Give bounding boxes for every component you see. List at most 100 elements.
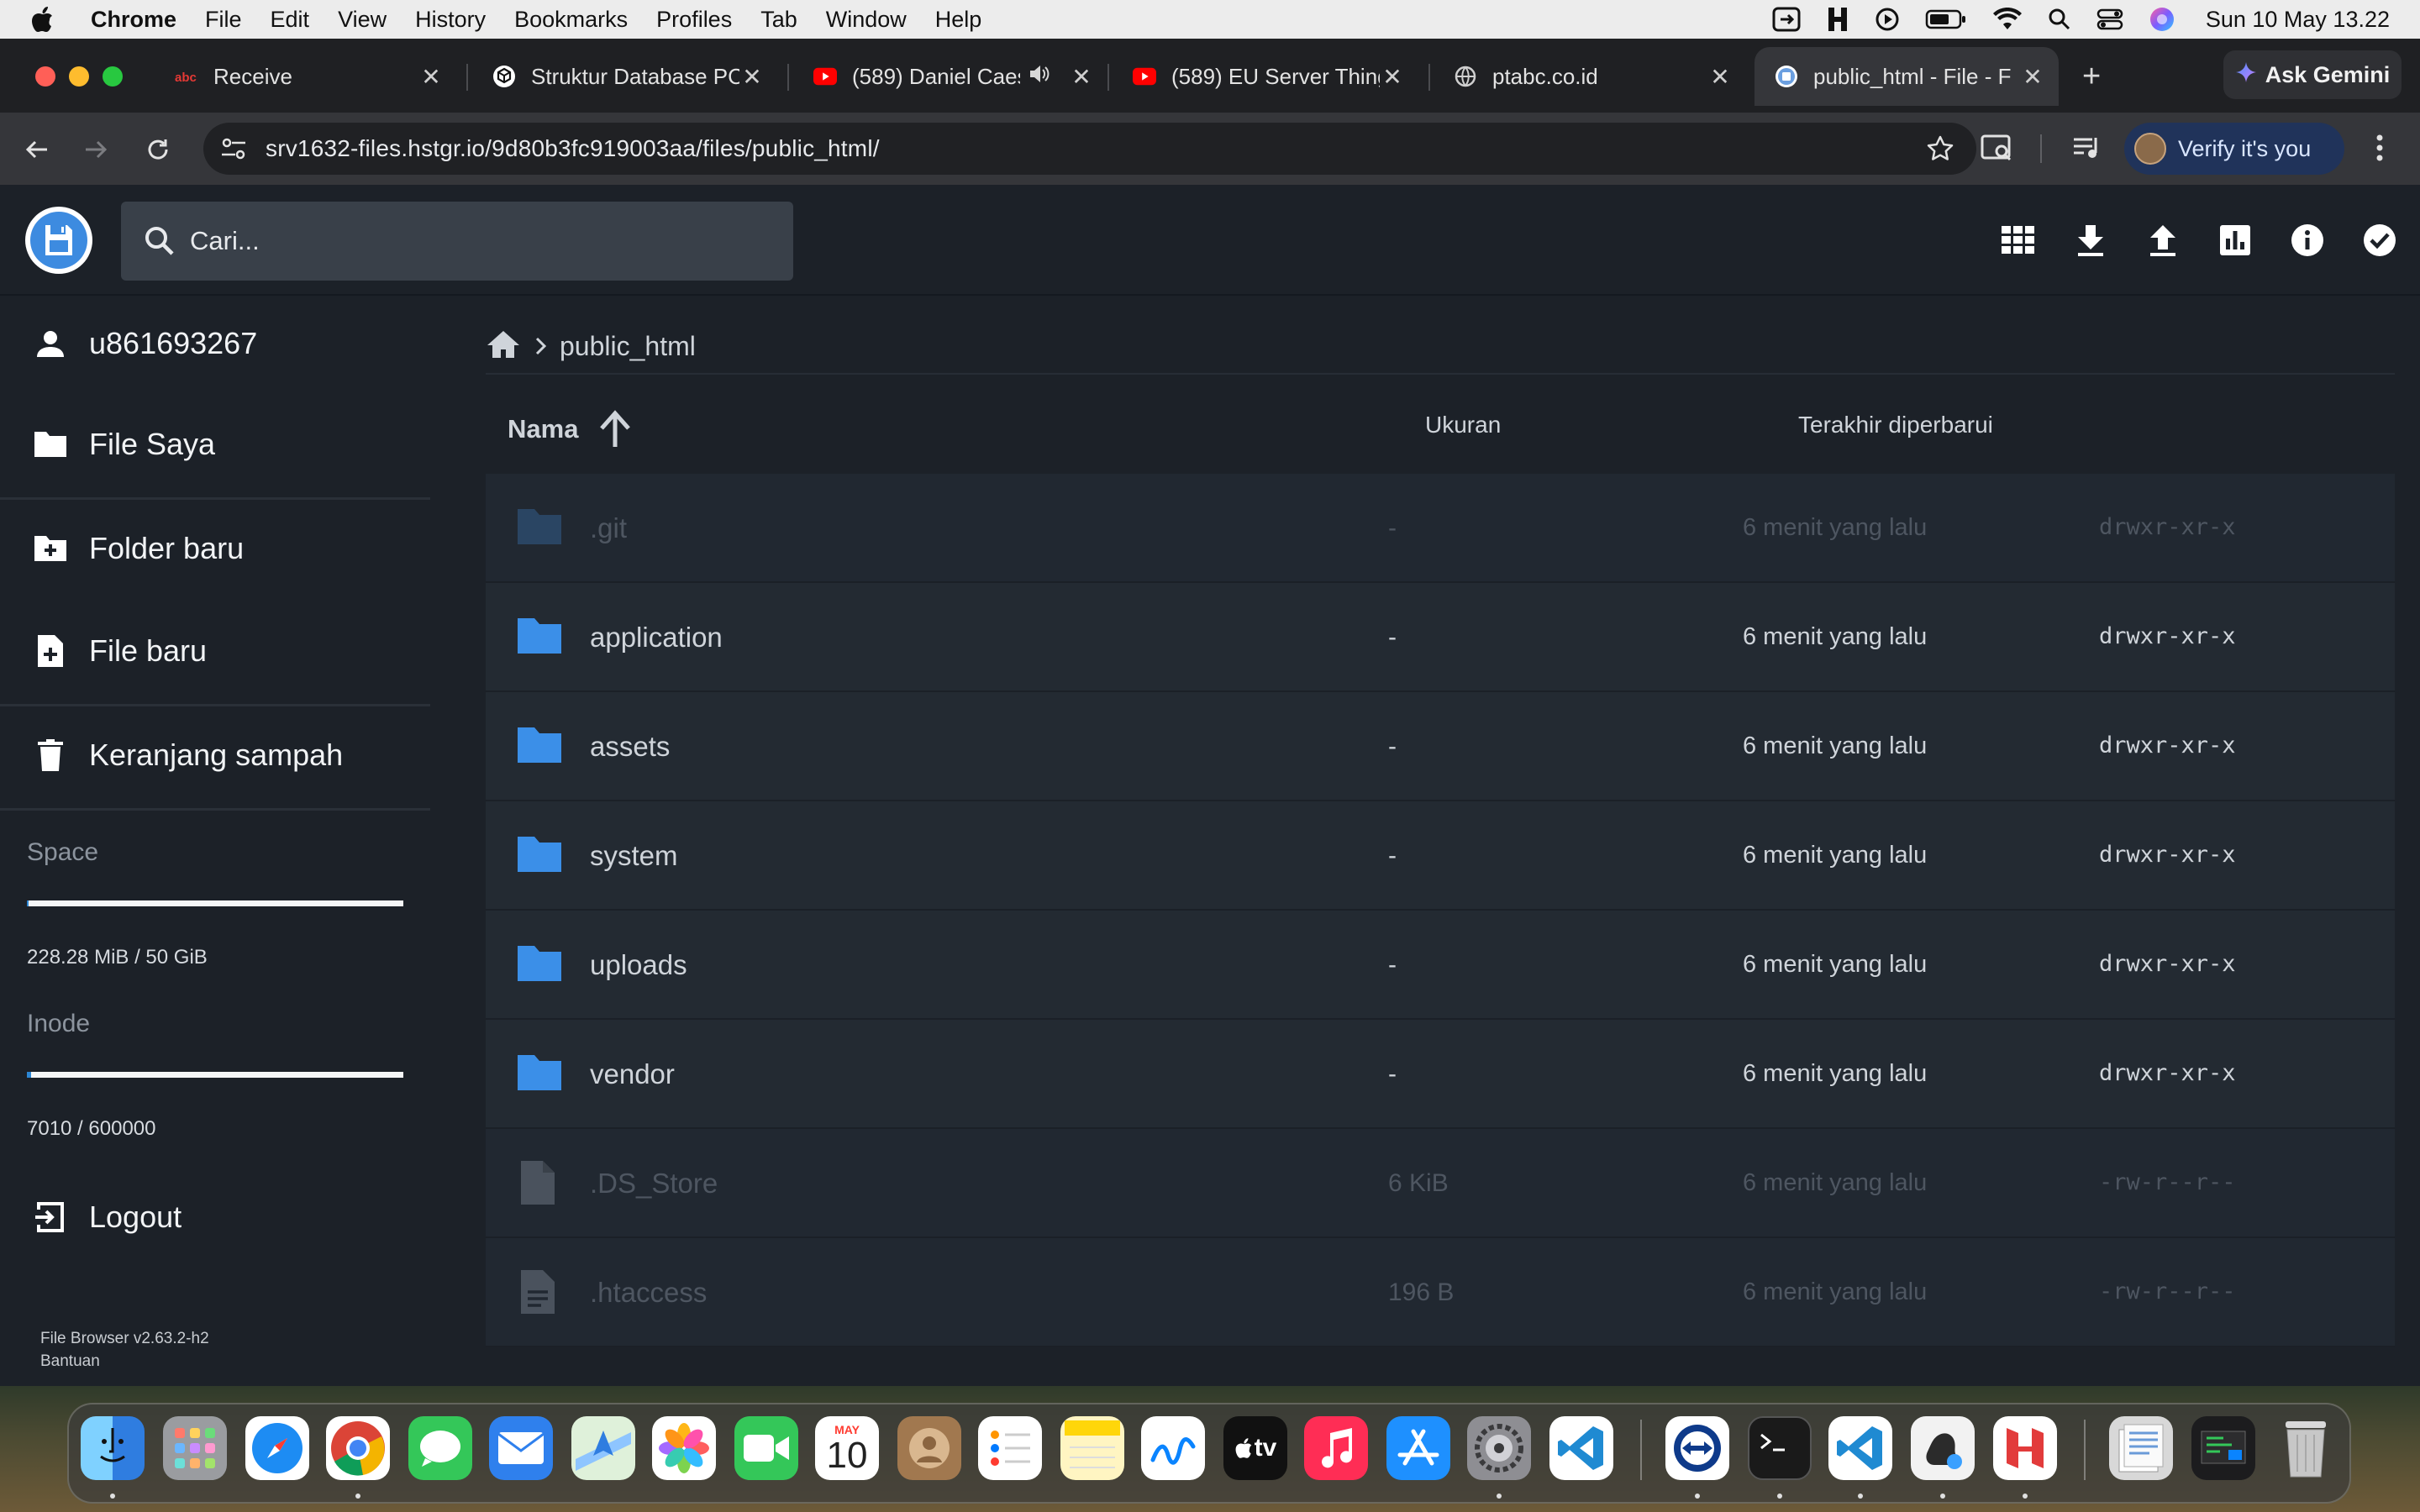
speaker-icon[interactable] [1028, 64, 1050, 90]
download-icon[interactable] [2072, 222, 2109, 259]
teamviewer-icon[interactable] [1665, 1416, 1729, 1480]
forward-arrow-icon[interactable] [79, 133, 113, 166]
close-tab-icon[interactable]: ✕ [1069, 63, 1094, 91]
table-row[interactable]: assets - 6 menit yang lalu drwxr-xr-x [486, 692, 2395, 801]
sidebar-item-user[interactable]: u861693267 [0, 297, 429, 390]
reminders-icon[interactable] [978, 1416, 1042, 1480]
menu-help[interactable]: Help [935, 7, 982, 33]
menu-app-name[interactable]: Chrome [91, 7, 176, 33]
music-icon[interactable] [1304, 1416, 1368, 1480]
mail-icon[interactable] [489, 1416, 553, 1480]
menu-profiles[interactable]: Profiles [656, 7, 732, 33]
close-tab-icon[interactable]: ✕ [1380, 63, 1405, 91]
tab-struktur-database[interactable]: Struktur Database PC ✕ [472, 47, 778, 106]
hostinger-icon[interactable] [1993, 1416, 2057, 1480]
sort-ascending-arrow-icon[interactable] [597, 410, 634, 449]
chrome-icon[interactable] [326, 1416, 390, 1480]
table-row[interactable]: uploads - 6 menit yang lalu drwxr-xr-x [486, 911, 2395, 1020]
search-input[interactable] [190, 226, 694, 256]
address-url-text[interactable]: srv1632-files.hstgr.io/9d80b3fc919003aa/… [266, 135, 880, 162]
vscode-secondary-icon[interactable] [1828, 1416, 1892, 1480]
minimize-window-button[interactable] [69, 66, 89, 87]
tab-ptabc[interactable]: ptabc.co.id ✕ [1434, 47, 1746, 106]
menu-clock[interactable]: Sun 10 May 13.22 [2206, 7, 2390, 33]
sidebar-item-trash[interactable]: Keranjang sampah [0, 709, 429, 801]
close-tab-icon[interactable]: ✕ [1707, 63, 1733, 91]
maximize-window-button[interactable] [103, 66, 123, 87]
usage-chart-icon[interactable] [2217, 222, 2254, 259]
contacts-icon[interactable] [897, 1416, 961, 1480]
menu-bookmarks[interactable]: Bookmarks [514, 7, 628, 33]
safari-icon[interactable] [245, 1416, 309, 1480]
breadcrumb-current[interactable]: public_html [560, 331, 696, 362]
grid-view-icon[interactable] [2000, 222, 2037, 259]
info-icon[interactable] [2289, 222, 2326, 259]
table-row[interactable]: vendor - 6 menit yang lalu drwxr-xr-x [486, 1020, 2395, 1129]
menu-tab[interactable]: Tab [760, 7, 797, 33]
facetime-icon[interactable] [734, 1416, 798, 1480]
tab-youtube-eu-server[interactable]: (589) EU Server Thing ✕ [1113, 47, 1418, 106]
launchpad-icon[interactable] [163, 1416, 227, 1480]
tab-receive[interactable]: abc Receive ✕ [155, 47, 457, 106]
back-arrow-icon[interactable] [20, 133, 54, 166]
verify-identity-button[interactable]: Verify it's you [2124, 123, 2344, 175]
column-name-sort[interactable]: Nama [508, 410, 634, 449]
close-tab-icon[interactable]: ✕ [418, 63, 444, 91]
maps-icon[interactable] [571, 1416, 635, 1480]
trash-bin-icon[interactable] [2274, 1416, 2338, 1480]
menu-view[interactable]: View [338, 7, 387, 33]
menu-file[interactable]: File [205, 7, 242, 33]
sidebar-item-my-files[interactable]: File Saya [0, 398, 429, 491]
calendar-icon[interactable]: MAY 10 [815, 1416, 879, 1480]
siri-icon[interactable] [2149, 6, 2175, 33]
filebrowser-logo[interactable] [25, 207, 92, 274]
battery-icon[interactable] [1925, 8, 1967, 30]
new-tab-button[interactable]: + [2082, 59, 2101, 95]
recent-document-icon[interactable] [2109, 1416, 2173, 1480]
upload-icon[interactable] [2144, 222, 2181, 259]
tab-youtube-daniel[interactable]: (589) Daniel Caesar ✕ [793, 47, 1113, 106]
control-center-icon[interactable] [2096, 8, 2123, 31]
sidebar-item-new-file[interactable]: File baru [0, 605, 429, 697]
cyberduck-icon[interactable] [1911, 1416, 1975, 1480]
close-tab-icon[interactable]: ✕ [2020, 63, 2045, 91]
table-row[interactable]: application - 6 menit yang lalu drwxr-xr… [486, 583, 2395, 692]
menu-history[interactable]: History [415, 7, 486, 33]
tab-public-html-active[interactable]: public_html - File - F ✕ [1754, 47, 2059, 106]
vscode-icon[interactable] [1549, 1416, 1613, 1480]
help-link[interactable]: Bantuan [40, 1350, 209, 1373]
downloads-stack-icon[interactable] [2191, 1416, 2255, 1480]
app-store-icon[interactable] [1386, 1416, 1450, 1480]
select-check-icon[interactable] [2361, 222, 2398, 259]
table-row[interactable]: system - 6 menit yang lalu drwxr-xr-x [486, 801, 2395, 911]
more-menu-icon[interactable] [2375, 131, 2385, 169]
table-row[interactable]: .htaccess 196 B 6 menit yang lalu -rw-r-… [486, 1238, 2395, 1347]
site-info-icon[interactable] [220, 136, 247, 161]
reload-icon[interactable] [141, 133, 175, 166]
freeform-icon[interactable] [1141, 1416, 1205, 1480]
h-app-icon[interactable] [1826, 6, 1849, 33]
finder-icon[interactable] [81, 1416, 145, 1480]
column-modified-label[interactable]: Terakhir diperbarui [1798, 412, 1993, 438]
sidebar-item-new-folder[interactable]: Folder baru [0, 502, 429, 595]
terminal-icon[interactable] [1748, 1416, 1812, 1480]
apple-tv-icon[interactable]: tv [1223, 1416, 1287, 1480]
menu-edit[interactable]: Edit [271, 7, 310, 33]
wifi-icon[interactable] [1992, 8, 2023, 31]
play-icon[interactable] [1875, 7, 1900, 32]
apple-icon[interactable] [30, 6, 69, 33]
menu-window[interactable]: Window [826, 7, 907, 33]
screen-share-icon[interactable] [1772, 7, 1801, 32]
close-tab-icon[interactable]: ✕ [739, 63, 765, 91]
search-box[interactable] [121, 202, 793, 281]
ask-gemini-button[interactable]: Ask Gemini [2223, 50, 2402, 99]
table-row[interactable]: .git - 6 menit yang lalu drwxr-xr-x [486, 474, 2395, 583]
messages-icon[interactable] [408, 1416, 472, 1480]
system-settings-icon[interactable] [1467, 1416, 1531, 1480]
notes-icon[interactable] [1060, 1416, 1124, 1480]
table-row[interactable]: .DS_Store 6 KiB 6 menit yang lalu -rw-r-… [486, 1129, 2395, 1238]
media-controls-icon[interactable] [2070, 131, 2104, 169]
home-icon[interactable] [486, 329, 521, 364]
bookmark-star-icon[interactable] [1926, 134, 1954, 167]
column-size-label[interactable]: Ukuran [1425, 412, 1501, 438]
